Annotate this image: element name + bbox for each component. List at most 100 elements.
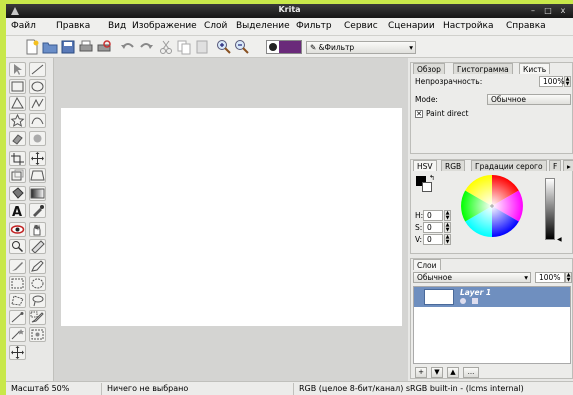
s-field[interactable]: 0: [423, 222, 443, 233]
layer-blend-mode-combo[interactable]: Обычное ▾: [413, 272, 531, 283]
value-slider[interactable]: [545, 178, 555, 240]
transform-tool[interactable]: [9, 168, 26, 183]
copy-icon[interactable]: [176, 39, 192, 55]
zoom-in-icon[interactable]: [216, 39, 232, 55]
menu-file[interactable]: Файл: [11, 21, 36, 31]
redo-icon[interactable]: [138, 39, 154, 55]
layer-row[interactable]: Layer 1: [414, 287, 570, 307]
ellipse-select-tool[interactable]: [29, 276, 46, 291]
print-preview-icon[interactable]: [96, 39, 112, 55]
text-tool[interactable]: A: [9, 203, 26, 218]
perspective-tool[interactable]: [29, 168, 46, 183]
menu-tools[interactable]: Сервис: [344, 21, 378, 31]
menu-select[interactable]: Выделение: [236, 21, 290, 31]
tab-more[interactable]: F: [549, 160, 562, 171]
view-tool[interactable]: [9, 222, 26, 237]
menu-filter[interactable]: Фильтр: [296, 21, 332, 31]
lasso-icon: [32, 295, 44, 307]
brush-select-tool[interactable]: [29, 310, 46, 325]
poly-select-tool[interactable]: [9, 293, 26, 308]
tab-scroll-right[interactable]: ▸: [563, 160, 573, 171]
menu-help[interactable]: Справка: [506, 21, 546, 31]
image-canvas[interactable]: [61, 108, 402, 326]
rectangle-tool[interactable]: [9, 79, 26, 94]
ellipse-select-icon: [31, 278, 44, 289]
tab-histogram[interactable]: Гистограмма: [453, 63, 513, 74]
tab-hsv[interactable]: HSV: [413, 160, 437, 171]
ellipse-tool[interactable]: [29, 79, 46, 94]
lasso-select-tool[interactable]: [29, 293, 46, 308]
bezier-tool[interactable]: [29, 113, 46, 128]
polyline-tool[interactable]: [29, 96, 46, 111]
brush-tool[interactable]: [9, 259, 26, 274]
visibility-eye-icon[interactable]: [460, 298, 466, 304]
h-spinner[interactable]: ▲ ▼: [444, 210, 451, 221]
close-button[interactable]: x: [556, 5, 570, 16]
s-spinner[interactable]: ▲ ▼: [444, 222, 451, 233]
maximize-button[interactable]: □: [541, 5, 555, 16]
opacity-field[interactable]: 100%: [539, 76, 564, 87]
save-icon[interactable]: [60, 39, 76, 55]
add-layer-button[interactable]: +: [415, 367, 427, 378]
menu-layer[interactable]: Слой: [204, 21, 227, 31]
v-spinner[interactable]: ▲ ▼: [444, 234, 451, 245]
tab-brush[interactable]: Кисть: [519, 63, 551, 74]
h-field[interactable]: 0: [423, 210, 443, 221]
layer-opacity-field[interactable]: 100%: [535, 272, 565, 283]
mode-combo[interactable]: Обычное: [487, 94, 571, 105]
swap-colors-icon[interactable]: ↰: [429, 174, 435, 182]
pan-tool[interactable]: [29, 222, 46, 237]
title-bar: Krita – □ x: [6, 4, 573, 18]
similar-select-tool[interactable]: [29, 327, 46, 342]
menu-scripts[interactable]: Сценарии: [388, 21, 435, 31]
move-layer-down-button[interactable]: ▼: [431, 367, 443, 378]
new-document-icon[interactable]: [24, 39, 40, 55]
canvas-viewport[interactable]: [54, 58, 408, 381]
paste-icon[interactable]: [194, 39, 210, 55]
gradient-tool[interactable]: [29, 186, 46, 201]
select-tool[interactable]: [9, 62, 26, 77]
v-field[interactable]: 0: [423, 234, 443, 245]
smudge-tool[interactable]: [29, 131, 46, 146]
open-folder-icon[interactable]: [42, 39, 58, 55]
minimize-button[interactable]: –: [526, 5, 540, 16]
rect-select-tool[interactable]: [9, 276, 26, 291]
line-tool[interactable]: [29, 62, 46, 77]
crop-tool[interactable]: [9, 151, 26, 166]
measure-tool[interactable]: [9, 345, 26, 360]
brush-shape-selector[interactable]: [266, 40, 302, 54]
menu-view[interactable]: Вид: [108, 21, 126, 31]
hsv-color-wheel[interactable]: [461, 175, 523, 237]
menu-edit[interactable]: Правка: [56, 21, 90, 31]
move-layer-up-button[interactable]: ▲: [447, 367, 459, 378]
paint-direct-checkbox[interactable]: ✕: [415, 110, 423, 118]
zoom-tool[interactable]: [9, 239, 26, 254]
cut-icon[interactable]: [158, 39, 174, 55]
tab-grayscale[interactable]: Градации серого: [471, 160, 547, 171]
contiguous-select-tool[interactable]: [9, 327, 26, 342]
polygon-tool[interactable]: [9, 96, 26, 111]
fill-tool[interactable]: [9, 186, 26, 201]
zoom-out-icon[interactable]: [234, 39, 250, 55]
layer-opacity-spinner[interactable]: ▲ ▼: [565, 272, 572, 283]
tab-layers[interactable]: Слои: [413, 259, 441, 270]
color-picker-tool[interactable]: [29, 203, 46, 218]
tab-rgb[interactable]: RGB: [441, 160, 466, 171]
eraser-tool[interactable]: [9, 131, 26, 146]
pencil-tool[interactable]: [29, 259, 46, 274]
filter-combo[interactable]: ✎ &Фильтр ▾: [306, 41, 416, 54]
layer-properties-button[interactable]: ...: [463, 367, 479, 378]
print-icon[interactable]: [78, 39, 94, 55]
menu-image[interactable]: Изображение: [132, 21, 197, 31]
menu-settings[interactable]: Настройка: [443, 21, 494, 31]
path-select-tool[interactable]: [9, 310, 26, 325]
opacity-spinner[interactable]: ▲ ▼: [564, 76, 571, 87]
star-tool[interactable]: [9, 113, 26, 128]
undo-icon[interactable]: [120, 39, 136, 55]
background-color-swatch[interactable]: [422, 182, 432, 192]
tab-overview[interactable]: Обзор: [413, 63, 445, 74]
ruler-tool[interactable]: [29, 239, 46, 254]
move-tool[interactable]: [29, 151, 46, 166]
lock-icon[interactable]: [472, 298, 478, 304]
pattern-preview: [279, 41, 301, 53]
